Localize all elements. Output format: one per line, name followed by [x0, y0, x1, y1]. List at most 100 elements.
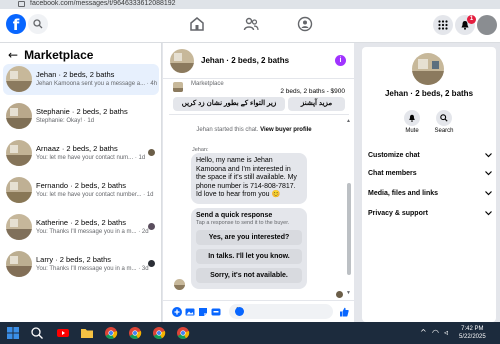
- notification-badge: 1: [467, 15, 476, 24]
- system-message: Jehan started this chat. View buyer prof…: [169, 127, 339, 133]
- marketplace-header: ← Marketplace: [8, 48, 93, 62]
- back-arrow-icon[interactable]: ←: [8, 49, 18, 61]
- thread-avatar: [6, 251, 32, 277]
- thread-avatar: [6, 66, 32, 92]
- chevron-down-icon: [485, 211, 492, 216]
- marketplace-thread-list: ← Marketplace Jehan · 2 beds, 2 baths Jeh…: [0, 43, 162, 322]
- menu-button[interactable]: [433, 15, 453, 35]
- friends-icon[interactable]: [242, 15, 260, 33]
- mark-pending-button[interactable]: زیر التواء کے بطور نشان زد کریں: [173, 97, 285, 111]
- chrome-window-icon[interactable]: [152, 326, 166, 340]
- chevron-down-icon: [485, 171, 492, 176]
- search-icon: [33, 19, 43, 29]
- scrollbar-thumb[interactable]: [347, 183, 351, 275]
- mute-button[interactable]: Mute: [402, 110, 422, 134]
- conversation-title[interactable]: Jehan · 2 beds, 2 baths: [201, 56, 289, 65]
- thread-row[interactable]: Stephanie · 2 beds, 2 baths Stephanie: Ok…: [3, 101, 159, 132]
- clock-date: 5/22/2025: [459, 334, 486, 340]
- plus-circle-icon[interactable]: [172, 307, 182, 317]
- conversation-avatar[interactable]: [170, 49, 194, 73]
- windows-taskbar: ^ ◠ ◃ 7:42 PM 5/22/2025: [0, 322, 500, 344]
- wifi-icon[interactable]: ◠: [432, 328, 439, 337]
- file-explorer-icon[interactable]: [80, 326, 94, 340]
- thread-preview: You: Thanks I'll message you in a m... ·…: [36, 266, 149, 272]
- groups-icon[interactable]: [296, 15, 314, 33]
- quick-reply-in-talks[interactable]: In talks. I'll let you know.: [196, 249, 302, 264]
- account-avatar[interactable]: [477, 15, 497, 35]
- chat-members-row[interactable]: Chat members: [368, 167, 492, 183]
- scroll-down-arrow[interactable]: ▼: [346, 290, 351, 296]
- section-label: Privacy & support: [368, 210, 428, 217]
- mute-label: Mute: [405, 128, 419, 134]
- quick-response-card: Send a quick response Tap a response to …: [191, 208, 307, 289]
- scroll-up-arrow[interactable]: ▲: [346, 118, 351, 124]
- thread-row[interactable]: Larry · 2 beds, 2 baths You: Thanks I'll …: [3, 249, 159, 280]
- thread-row[interactable]: Katherine · 2 beds, 2 baths You: Thanks I…: [3, 212, 159, 243]
- clock[interactable]: 7:42 PM 5/22/2025: [459, 325, 486, 341]
- url-text[interactable]: facebook.com/messages/t/9646333612088192: [30, 0, 176, 8]
- sticker-icon[interactable]: [198, 307, 208, 317]
- thread-preview: You: Thanks I'll message you in a m... ·…: [36, 229, 149, 235]
- system-text: Jehan started this chat.: [196, 127, 259, 133]
- thread-preview: Jehan Kamoona sent you a message a... · …: [36, 81, 158, 87]
- thread-participant-avatar: [148, 223, 155, 230]
- image-icon[interactable]: [185, 307, 195, 317]
- thread-row[interactable]: Jehan · 2 beds, 2 baths Jehan Kamoona sen…: [3, 64, 159, 95]
- privacy-support-row[interactable]: Privacy & support: [368, 207, 492, 223]
- chrome-app-icon[interactable]: [176, 326, 190, 340]
- seen-avatar: [336, 291, 343, 298]
- lock-icon: [18, 1, 25, 7]
- chevron-up-icon[interactable]: ^: [420, 328, 427, 337]
- message-list: Jehan started this chat. View buyer prof…: [169, 117, 349, 303]
- details-avatar[interactable]: [412, 53, 444, 85]
- search-icon: [440, 114, 448, 122]
- thread-avatar: [6, 140, 32, 166]
- thread-preview: You: let me have your contact num... · 1…: [36, 155, 146, 161]
- chrome-profile-icon[interactable]: [128, 326, 142, 340]
- page-title: Marketplace: [24, 48, 94, 62]
- thread-name: Larry · 2 beds, 2 baths: [36, 255, 112, 264]
- thread-preview: Stephanie: Okay! · 1d: [36, 118, 95, 124]
- thread-name: Stephanie · 2 beds, 2 baths: [36, 107, 128, 116]
- section-label: Media, files and links: [368, 190, 439, 197]
- sender-avatar: [174, 279, 185, 290]
- thread-row[interactable]: Fernando · 2 beds, 2 baths You: let me ha…: [3, 175, 159, 206]
- youtube-icon[interactable]: [56, 326, 70, 340]
- grid-menu-icon: [438, 20, 448, 30]
- chevron-down-icon: [485, 153, 492, 158]
- thread-avatar: [6, 103, 32, 129]
- thread-avatar: [6, 177, 32, 203]
- view-buyer-profile-link[interactable]: View buyer profile: [260, 127, 312, 133]
- listing-label: Marketplace: [191, 81, 224, 87]
- thread-preview: You: let me have your contact number... …: [36, 192, 154, 198]
- browser-address-bar[interactable]: facebook.com/messages/t/9646333612088192: [0, 0, 500, 9]
- conversation-details: Jehan · 2 beds, 2 baths Mute Search Cust…: [362, 47, 496, 322]
- chrome-icon[interactable]: [104, 326, 118, 340]
- customize-chat-row[interactable]: Customize chat: [368, 149, 492, 165]
- clock-time: 7:42 PM: [461, 326, 484, 332]
- quick-reply-yes[interactable]: Yes, are you interested?: [196, 230, 302, 245]
- listing-title[interactable]: 2 beds, 2 baths - $900: [280, 88, 345, 95]
- details-name: Jehan · 2 beds, 2 baths: [384, 89, 474, 98]
- windows-start-icon[interactable]: [6, 326, 20, 340]
- facebook-logo[interactable]: f: [6, 14, 26, 34]
- thread-row[interactable]: Arnaaz · 2 beds, 2 baths You: let me have…: [3, 138, 159, 169]
- gif-icon[interactable]: [211, 307, 221, 317]
- search-label: Search: [434, 128, 454, 134]
- home-icon[interactable]: [188, 15, 206, 33]
- message-input[interactable]: Aa: [229, 304, 333, 319]
- volume-icon[interactable]: ◃: [444, 328, 448, 337]
- more-options-button[interactable]: مزید آپشنز: [288, 97, 345, 111]
- media-files-links-row[interactable]: Media, files and links: [368, 187, 492, 203]
- emoji-icon[interactable]: [235, 307, 244, 316]
- search-icon[interactable]: [30, 326, 44, 340]
- thread-participant-avatar: [148, 149, 155, 156]
- info-icon[interactable]: i: [335, 55, 346, 66]
- message-composer: Aa: [163, 300, 354, 322]
- listing-thumbnail[interactable]: [173, 82, 183, 92]
- section-label: Chat members: [368, 170, 417, 177]
- search-button[interactable]: [28, 14, 48, 34]
- thumbs-up-icon[interactable]: [339, 307, 349, 317]
- search-in-conversation-button[interactable]: Search: [434, 110, 454, 134]
- quick-reply-not-available[interactable]: Sorry, it's not available.: [196, 268, 302, 283]
